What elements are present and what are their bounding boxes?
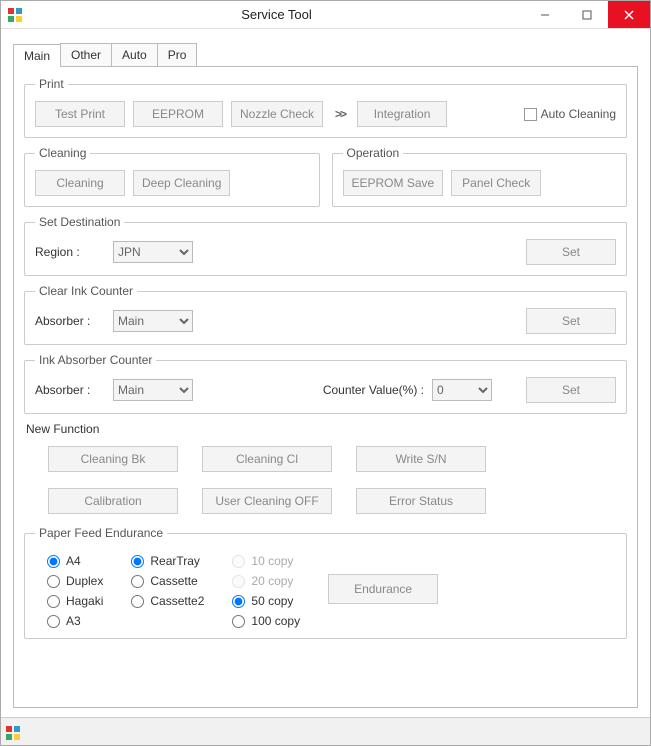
cleaning-group: Cleaning Cleaning Deep Cleaning: [24, 146, 320, 207]
auto-cleaning-checkbox[interactable]: Auto Cleaning: [524, 107, 616, 121]
test-print-button[interactable]: Test Print: [35, 101, 125, 127]
write-sn-button[interactable]: Write S/N: [356, 446, 486, 472]
pf-endurance-wrap: Endurance: [328, 554, 438, 604]
radio-cassette2[interactable]: Cassette2: [131, 594, 204, 608]
panel-check-button[interactable]: Panel Check: [451, 170, 541, 196]
radio-20copy[interactable]: 20 copy: [232, 574, 300, 588]
endurance-button[interactable]: Endurance: [328, 574, 438, 604]
close-button[interactable]: [608, 1, 650, 28]
new-function-title: New Function: [26, 422, 627, 436]
tab-other[interactable]: Other: [60, 43, 112, 66]
app-icon: [7, 7, 23, 23]
radio-reartray[interactable]: RearTray: [131, 554, 204, 568]
minimize-button[interactable]: [524, 1, 566, 28]
radio-a4[interactable]: A4: [47, 554, 103, 568]
tab-main[interactable]: Main: [13, 44, 61, 67]
tab-pro[interactable]: Pro: [157, 43, 198, 66]
region-select[interactable]: JPN: [113, 241, 193, 263]
tab-page-main: Print Test Print EEPROM Nozzle Check >> …: [13, 67, 638, 708]
paper-feed-group: Paper Feed Endurance A4 Duplex Hagaki A3…: [24, 526, 627, 639]
region-label: Region :: [35, 245, 105, 259]
cleaning-legend: Cleaning: [35, 146, 90, 160]
taskbar: [1, 717, 650, 745]
ink-abs-absorber-select[interactable]: Main: [113, 379, 193, 401]
calibration-button[interactable]: Calibration: [48, 488, 178, 514]
radio-duplex[interactable]: Duplex: [47, 574, 103, 588]
radio-cassette[interactable]: Cassette: [131, 574, 204, 588]
radio-a3[interactable]: A3: [47, 614, 103, 628]
ink-abs-legend: Ink Absorber Counter: [35, 353, 156, 367]
app-window: Service Tool Main Other Auto Pro Print T…: [0, 0, 651, 746]
print-group: Print Test Print EEPROM Nozzle Check >> …: [24, 77, 627, 138]
window-title: Service Tool: [29, 7, 524, 22]
eeprom-save-button[interactable]: EEPROM Save: [343, 170, 444, 196]
cleaning-cl-button[interactable]: Cleaning Cl: [202, 446, 332, 472]
clear-ink-group: Clear Ink Counter Absorber : Main Set: [24, 284, 627, 345]
maximize-button[interactable]: [566, 1, 608, 28]
tab-strip: Main Other Auto Pro: [13, 43, 638, 67]
cleaning-bk-button[interactable]: Cleaning Bk: [48, 446, 178, 472]
absorber-select[interactable]: Main: [113, 310, 193, 332]
pf-source-col: RearTray Cassette Cassette2: [131, 554, 204, 608]
arrow-right-icon: >>: [331, 107, 349, 121]
operation-group: Operation EEPROM Save Panel Check: [332, 146, 628, 207]
set-destination-group: Set Destination Region : JPN Set: [24, 215, 627, 276]
set-dest-legend: Set Destination: [35, 215, 124, 229]
nozzle-check-button[interactable]: Nozzle Check: [231, 101, 323, 127]
ink-absorber-counter-group: Ink Absorber Counter Absorber : Main Cou…: [24, 353, 627, 414]
client-area: Main Other Auto Pro Print Test Print EEP…: [1, 29, 650, 717]
eeprom-button[interactable]: EEPROM: [133, 101, 223, 127]
window-buttons: [524, 1, 650, 28]
deep-cleaning-button[interactable]: Deep Cleaning: [133, 170, 230, 196]
radio-100copy[interactable]: 100 copy: [232, 614, 300, 628]
absorber-label: Absorber :: [35, 314, 105, 328]
auto-cleaning-label: Auto Cleaning: [541, 107, 616, 121]
pf-copies-col: 10 copy 20 copy 50 copy 100 copy: [232, 554, 300, 628]
tab-auto[interactable]: Auto: [111, 43, 158, 66]
ink-abs-absorber-label: Absorber :: [35, 383, 105, 397]
cleaning-operation-row: Cleaning Cleaning Deep Cleaning Operatio…: [24, 146, 627, 215]
clear-ink-legend: Clear Ink Counter: [35, 284, 137, 298]
error-status-button[interactable]: Error Status: [356, 488, 486, 514]
counter-value-select[interactable]: 0: [432, 379, 492, 401]
taskbar-app-icon[interactable]: [5, 725, 21, 741]
counter-value-label: Counter Value(%) :: [323, 383, 424, 397]
integration-button[interactable]: Integration: [357, 101, 447, 127]
print-row: Test Print EEPROM Nozzle Check >> Integr…: [35, 101, 616, 127]
titlebar: Service Tool: [1, 1, 650, 29]
new-function-grid: Cleaning Bk Cleaning Cl Write S/N Calibr…: [24, 442, 627, 518]
pf-size-col: A4 Duplex Hagaki A3: [47, 554, 103, 628]
ink-abs-set-button[interactable]: Set: [526, 377, 616, 403]
radio-50copy[interactable]: 50 copy: [232, 594, 300, 608]
radio-hagaki[interactable]: Hagaki: [47, 594, 103, 608]
print-legend: Print: [35, 77, 68, 91]
checkbox-icon: [524, 108, 537, 121]
user-cleaning-off-button[interactable]: User Cleaning OFF: [202, 488, 332, 514]
operation-legend: Operation: [343, 146, 404, 160]
cleaning-button[interactable]: Cleaning: [35, 170, 125, 196]
clear-ink-set-button[interactable]: Set: [526, 308, 616, 334]
paper-feed-legend: Paper Feed Endurance: [35, 526, 167, 540]
radio-10copy[interactable]: 10 copy: [232, 554, 300, 568]
set-destination-button[interactable]: Set: [526, 239, 616, 265]
